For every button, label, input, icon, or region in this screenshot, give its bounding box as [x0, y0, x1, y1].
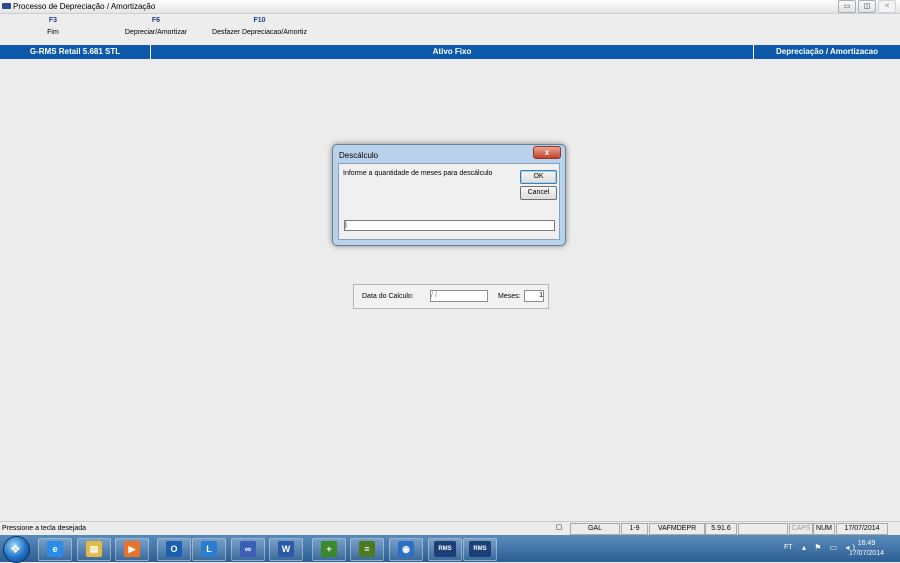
taskbar-app-button[interactable]: ◉ — [389, 538, 423, 561]
months-input[interactable]: | — [344, 220, 555, 231]
plus-app-icon: + — [321, 541, 337, 557]
header-screen: Depreciação / Amortizacao — [776, 47, 878, 56]
date-label: Data do Calculo: — [362, 293, 414, 300]
minimize-button[interactable]: ▭ — [838, 0, 856, 13]
close-button[interactable]: ✕ — [878, 0, 896, 13]
app-icon — [2, 3, 11, 9]
dialog-title: Descálculo — [339, 151, 379, 160]
header-module: Ativo Fixo — [432, 47, 472, 56]
status-pane-caps: CAPS — [789, 523, 813, 535]
media-player-icon: ▶ — [124, 541, 140, 557]
status-pane-version: 5.91.6 — [705, 523, 737, 535]
clock-time: 16:49 — [857, 540, 876, 547]
function-key-bar: F3 Fim F6 Depreciar/Amortizar F10 Desfaz… — [0, 14, 900, 43]
window-titlebar: Processo de Depreciação / Amortização ▭ … — [0, 0, 900, 14]
fkey-key: F3 — [48, 17, 58, 24]
header-product: G-RMS Retail 5.681 STL — [29, 47, 121, 56]
system-tray: FT ▴ ⚑ ▭ ◂) 16:49 17/07/2014 — [760, 535, 900, 562]
file-explorer-icon: ▤ — [86, 541, 102, 557]
taskbar-app-button[interactable]: ∞ — [231, 538, 265, 561]
window-title: Processo de Depreciação / Amortização — [13, 2, 156, 11]
taskbar-app-button[interactable]: L — [192, 538, 226, 561]
dialog-body: Informe a quantidade de meses para descá… — [338, 163, 560, 240]
fkey-key: F10 — [253, 17, 266, 24]
internet-explorer-icon: e — [47, 541, 63, 557]
status-message: Pressione a tecla desejada — [2, 525, 87, 532]
keyboard-icon: ▢ — [555, 524, 563, 531]
module-header-bar: G-RMS Retail 5.681 STL Ativo Fixo Deprec… — [0, 45, 900, 59]
status-pane-program: VAFMDEPR — [649, 523, 705, 535]
clock-date: 17/07/2014 — [848, 550, 884, 557]
taskbar-app-button[interactable]: RMS — [428, 538, 462, 561]
taskbar-clock[interactable]: 16:49 17/07/2014 — [849, 539, 884, 559]
globe-app-icon: ◉ — [398, 541, 414, 557]
dialog-close-button[interactable]: x — [533, 146, 561, 159]
taskbar-app-button[interactable]: RMS — [463, 538, 497, 561]
months-label: Meses: — [498, 293, 521, 300]
rms-app-icon-2: RMS — [469, 541, 491, 557]
word-icon: W — [278, 541, 294, 557]
descalculo-dialog: Descálculo x Informe a quantidade de mes… — [332, 144, 566, 246]
window-controls: ▭ ◫ ✕ — [838, 0, 896, 13]
fkey-key: F6 — [151, 17, 161, 24]
date-field[interactable]: / / — [430, 290, 488, 302]
taskbar-app-button[interactable]: e — [38, 538, 72, 561]
lync-icon: L — [201, 541, 217, 557]
dialog-prompt: Informe a quantidade de meses para descá… — [343, 170, 493, 177]
taskbar-app-button[interactable]: ▶ — [115, 538, 149, 561]
fkey-f3-fim[interactable]: F3 Fim — [40, 17, 66, 36]
outlook-icon: O — [166, 541, 182, 557]
fkey-label: Desfazer Depreciacao/Amortiz — [212, 29, 307, 36]
windows-logo-icon: ❖ — [10, 542, 21, 556]
status-pane-num: NUM — [813, 523, 835, 535]
fkey-label: Depreciar/Amortizar — [124, 29, 188, 36]
infinity-app-icon: ∞ — [240, 541, 256, 557]
taskbar-app-button[interactable]: ≡ — [350, 538, 384, 561]
cancel-button[interactable]: Cancel — [520, 186, 557, 200]
status-pane-range: 1-9 — [621, 523, 648, 535]
status-pane-empty — [738, 523, 788, 535]
stack-app-icon: ≡ — [359, 541, 375, 557]
taskbar-app-button[interactable]: + — [312, 538, 346, 561]
status-pane-user: GAL — [570, 523, 620, 535]
taskbar-app-button[interactable]: W — [269, 538, 303, 561]
status-bar: Pressione a tecla desejada ▢ GAL 1-9 VAF… — [0, 521, 900, 535]
windows-taskbar: ❖ e ▤ ▶ O L ∞ W + ≡ ◉ RMS RMS FT ▴ ⚑ ▭ ◂) 16:49 17/… — [0, 535, 900, 563]
start-button[interactable]: ❖ — [3, 536, 30, 563]
ok-button[interactable]: OK — [520, 170, 557, 184]
taskbar-app-button[interactable]: ▤ — [77, 538, 111, 561]
status-pane-date: 17/07/2014 — [836, 523, 888, 535]
maximize-button[interactable]: ◫ — [858, 0, 876, 13]
fkey-f10-desfazer[interactable]: F10 Desfazer Depreciacao/Amortiz — [208, 17, 311, 36]
rms-app-icon: RMS — [434, 541, 456, 557]
language-indicator[interactable]: FT — [784, 544, 793, 551]
fkey-label: Fim — [47, 29, 59, 36]
calc-form: Data do Calculo: / / Meses: 1 — [353, 284, 549, 309]
months-field[interactable]: 1 — [524, 290, 544, 302]
taskbar-app-button[interactable]: O — [157, 538, 191, 561]
fkey-f6-depreciar[interactable]: F6 Depreciar/Amortizar — [120, 17, 192, 36]
